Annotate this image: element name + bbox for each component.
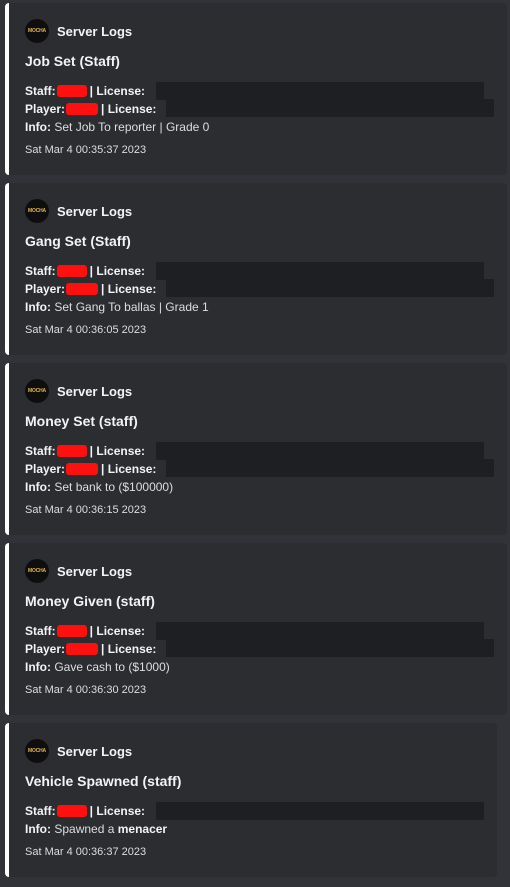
license-label: | License: [89,444,146,458]
license-label: | License: [89,804,146,818]
avatar[interactable]: MOCHA [25,199,49,223]
player-line: Player: | License: [25,461,156,477]
redacted-name [56,445,87,457]
avatar[interactable]: MOCHA [25,19,49,43]
timestamp: Sat Mar 4 00:35:37 2023 [25,144,147,156]
redacted-name [56,265,87,277]
redacted-name [56,805,87,817]
redacted-license [166,99,494,117]
log-embed: MOCHA Server Logs Vehicle Spawned (staff… [5,723,497,877]
timestamp: Sat Mar 4 00:36:15 2023 [25,504,147,516]
info-value: Set bank to ($100000) [54,480,174,494]
avatar[interactable]: MOCHA [25,379,49,403]
redacted-license [156,442,484,460]
embed-title: Money Given (staff) [25,593,155,609]
player-line: Player: | License: [25,281,156,297]
timestamp: Sat Mar 4 00:36:37 2023 [25,846,147,858]
info-value: Set Job To reporter | Grade 0 [54,120,210,134]
embed-author: MOCHA Server Logs [25,559,132,583]
staff-label: Staff: [25,444,56,458]
log-embed: MOCHA Server Logs Money Given (staff) St… [5,543,507,715]
info-label: Info: [25,120,51,134]
info-line: Info: Set Job To reporter | Grade 0 [25,119,209,135]
license-label: | License: [101,642,157,656]
info-label: Info: [25,822,51,836]
info-value: Gave cash to ($1000) [54,660,170,674]
vehicle-name: menacer [117,822,168,836]
avatar[interactable]: MOCHA [25,559,49,583]
redacted-name [66,463,99,475]
info-label: Info: [25,480,51,494]
redacted-license [156,82,484,100]
player-label: Player: [25,102,66,116]
embed-title: Gang Set (Staff) [25,233,131,249]
embed-author: MOCHA Server Logs [25,199,132,223]
redacted-license [166,279,494,297]
staff-label: Staff: [25,624,56,638]
embed-title: Vehicle Spawned (staff) [25,773,182,789]
embed-author: MOCHA Server Logs [25,19,132,43]
staff-line: Staff: | License: [25,803,145,819]
license-label: | License: [101,102,157,116]
info-line: Info: Set Gang To ballas | Grade 1 [25,299,209,315]
author-name[interactable]: Server Logs [57,564,132,579]
author-name[interactable]: Server Logs [57,24,132,39]
log-embed: MOCHA Server Logs Gang Set (Staff) Staff… [5,183,507,355]
player-label: Player: [25,282,66,296]
license-label: | License: [101,462,157,476]
redacted-license [156,262,484,280]
info-line: Info: Gave cash to ($1000) [25,659,170,675]
embed-title: Job Set (Staff) [25,53,120,69]
staff-line: Staff: | License: [25,83,145,99]
log-embed: MOCHA Server Logs Money Set (staff) Staf… [5,363,507,535]
staff-label: Staff: [25,264,56,278]
staff-label: Staff: [25,84,56,98]
avatar[interactable]: MOCHA [25,739,49,763]
player-line: Player: | License: [25,101,156,117]
staff-line: Staff: | License: [25,263,145,279]
redacted-license [156,802,484,820]
license-label: | License: [89,264,146,278]
redacted-license [156,622,484,640]
author-name[interactable]: Server Logs [57,384,132,399]
info-value: Spawned a [54,822,115,836]
player-line: Player: | License: [25,641,156,657]
staff-line: Staff: | License: [25,623,145,639]
log-embed: MOCHA Server Logs Job Set (Staff) Staff:… [5,3,507,175]
info-label: Info: [25,300,51,314]
license-label: | License: [89,84,146,98]
author-name[interactable]: Server Logs [57,744,132,759]
embed-title: Money Set (staff) [25,413,138,429]
redacted-name [56,625,87,637]
staff-line: Staff: | License: [25,443,145,459]
license-label: | License: [101,282,157,296]
timestamp: Sat Mar 4 00:36:05 2023 [25,324,147,336]
info-label: Info: [25,660,51,674]
license-label: | License: [89,624,146,638]
redacted-name [56,85,87,97]
staff-label: Staff: [25,804,56,818]
info-line: Info: Spawned a menacer [25,821,167,837]
info-value: Set Gang To ballas | Grade 1 [54,300,209,314]
embed-author: MOCHA Server Logs [25,379,132,403]
player-label: Player: [25,642,66,656]
embed-author: MOCHA Server Logs [25,739,132,763]
redacted-name [66,283,99,295]
timestamp: Sat Mar 4 00:36:30 2023 [25,684,147,696]
redacted-license [166,639,494,657]
info-line: Info: Set bank to ($100000) [25,479,173,495]
author-name[interactable]: Server Logs [57,204,132,219]
redacted-name [66,103,99,115]
redacted-license [166,459,494,477]
player-label: Player: [25,462,66,476]
redacted-name [66,643,99,655]
